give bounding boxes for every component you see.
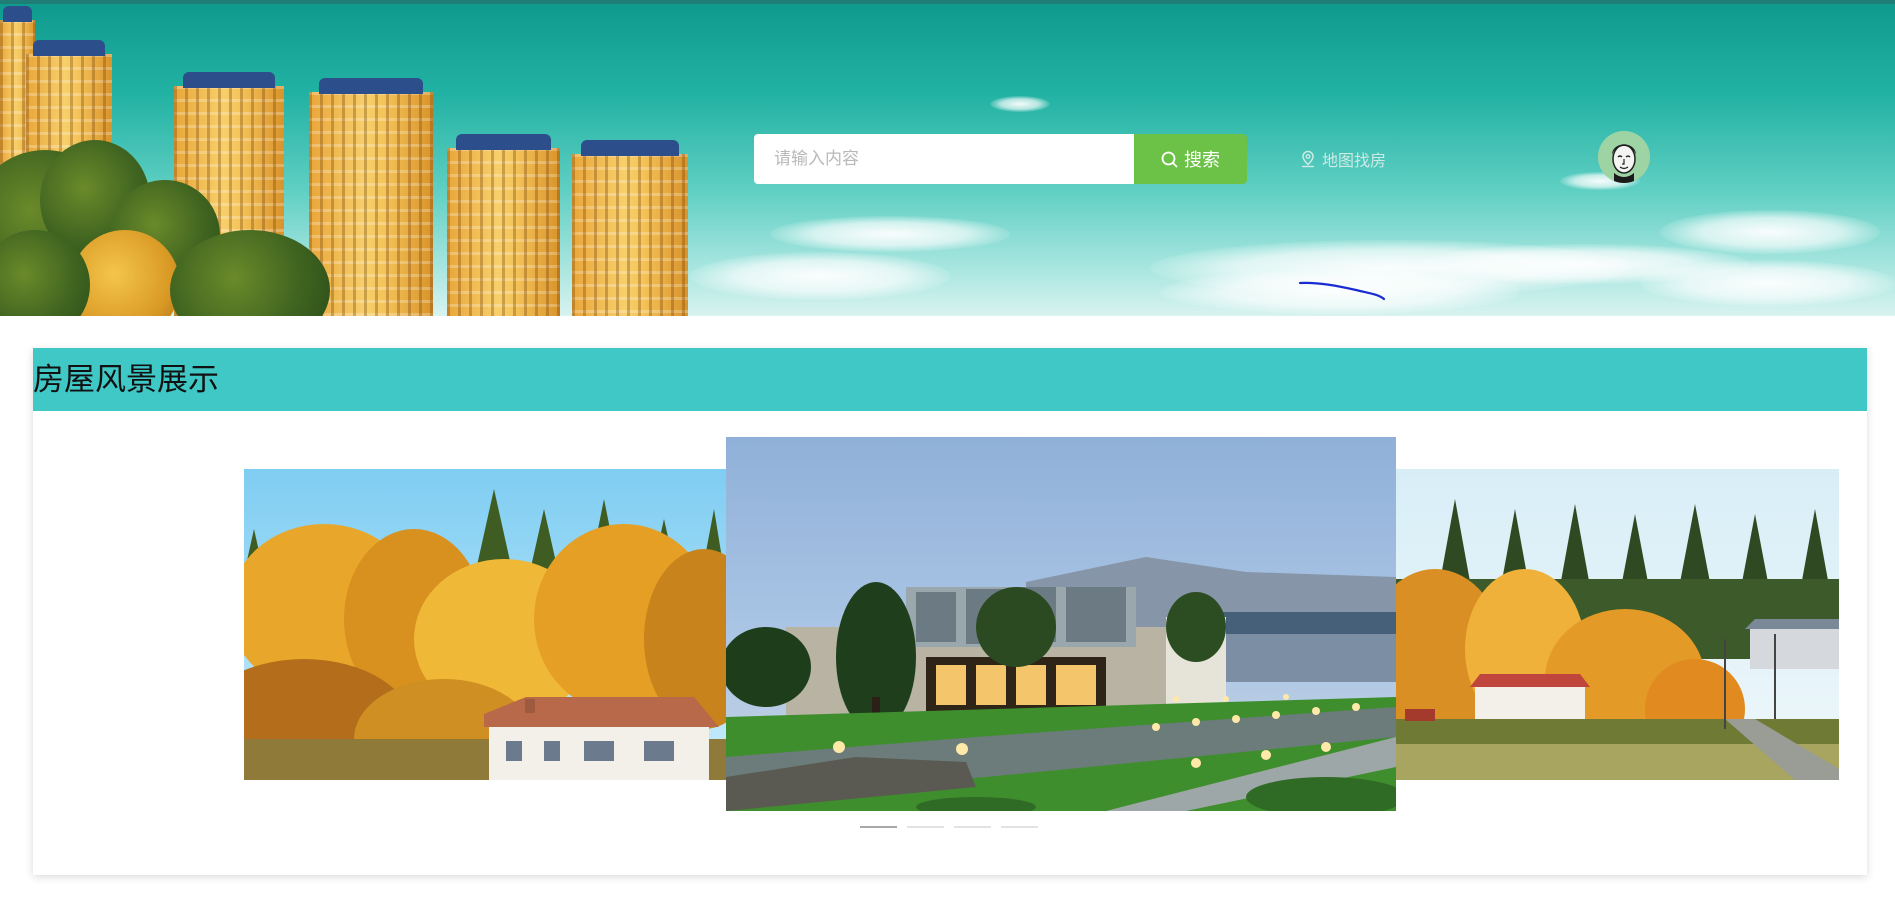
carousel-indicator[interactable]	[1001, 826, 1038, 828]
search-button-label: 搜索	[1184, 150, 1220, 171]
section-title: 房屋风景展示	[33, 362, 219, 398]
banner-cloud	[690, 252, 950, 300]
map-search-label: 地图找房	[1322, 151, 1387, 170]
search-input[interactable]	[754, 134, 1134, 184]
carousel-indicator[interactable]	[907, 826, 944, 828]
carousel-indicators	[860, 826, 1038, 828]
carousel-slide-next[interactable]	[1395, 469, 1839, 780]
carousel-slide-active[interactable]	[726, 437, 1396, 811]
building	[572, 140, 688, 316]
map-pin-icon	[1300, 150, 1316, 168]
carousel-indicator[interactable]	[954, 826, 991, 828]
banner-cloud	[1660, 210, 1880, 254]
user-avatar-icon[interactable]	[1598, 131, 1650, 183]
map-search-link[interactable]: 地图找房	[1300, 146, 1386, 172]
pen-stroke-mark	[1298, 281, 1386, 301]
banner-cloud	[1640, 260, 1895, 306]
search-icon	[1161, 151, 1178, 168]
search-button[interactable]: 搜索	[1134, 134, 1247, 184]
banner-cloud	[770, 216, 1010, 252]
carousel-slide-prev[interactable]	[244, 469, 727, 780]
banner-cloud	[990, 96, 1050, 112]
panel-header: 房屋风景展示	[33, 348, 1867, 411]
building	[447, 134, 560, 316]
carousel-indicator[interactable]	[860, 826, 897, 828]
